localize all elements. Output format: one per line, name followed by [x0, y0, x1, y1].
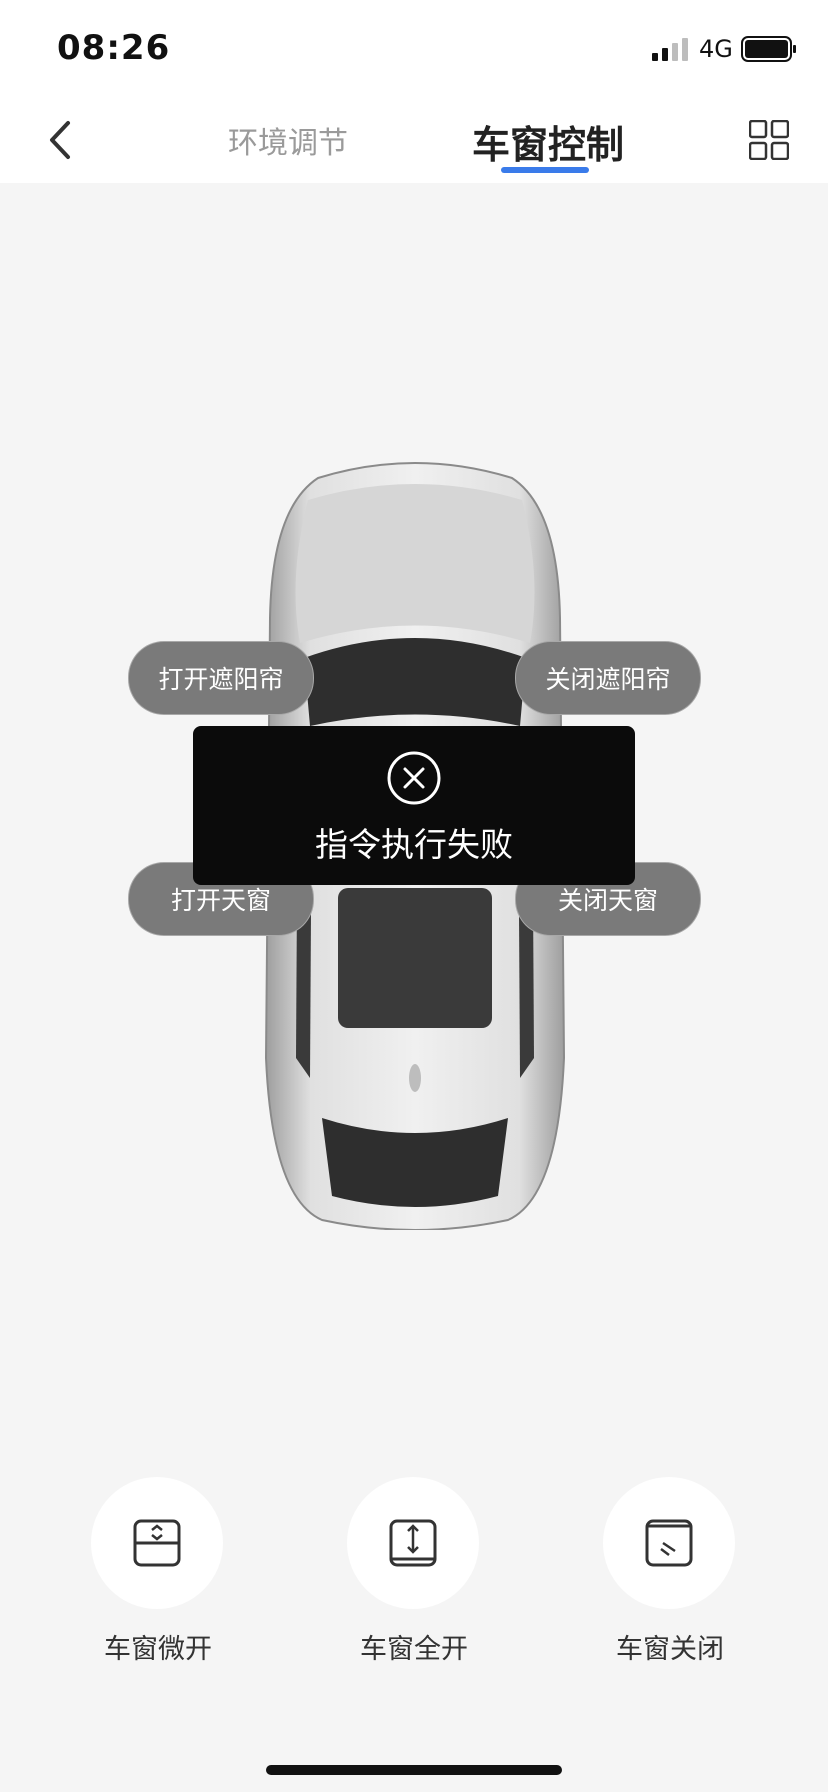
- cellular-signal-icon: [652, 38, 688, 61]
- error-close-circle-icon: [387, 751, 441, 805]
- window-fully-open-button[interactable]: 车窗全开: [347, 1477, 481, 1665]
- window-slightly-open-icon: [133, 1519, 181, 1567]
- window-close-button[interactable]: 车窗关闭: [603, 1477, 737, 1665]
- battery-icon: [741, 36, 796, 62]
- grid-menu-icon[interactable]: [749, 120, 789, 160]
- network-type: 4G: [699, 35, 733, 63]
- action-circle[interactable]: [91, 1477, 223, 1609]
- top-bar: 08:26 4G 环境调节 车窗控制: [0, 0, 828, 183]
- error-toast: 指令执行失败: [193, 726, 635, 885]
- window-slightly-open-button[interactable]: 车窗微开: [91, 1477, 225, 1665]
- window-fully-open-icon: [389, 1519, 437, 1567]
- action-label: 车窗关闭: [616, 1634, 724, 1665]
- close-sunshade-button[interactable]: 关闭遮阳帘: [515, 641, 701, 715]
- window-closed-icon: [645, 1519, 693, 1567]
- toast-message: 指令执行失败: [315, 825, 513, 864]
- tab-environment[interactable]: 环境调节: [228, 118, 348, 162]
- action-label: 车窗全开: [360, 1634, 468, 1665]
- action-circle[interactable]: [603, 1477, 735, 1609]
- open-sunshade-button[interactable]: 打开遮阳帘: [128, 641, 314, 715]
- tab-window-control[interactable]: 车窗控制: [472, 114, 624, 169]
- active-tab-indicator: [501, 167, 589, 173]
- home-indicator: [266, 1765, 562, 1775]
- action-circle[interactable]: [347, 1477, 479, 1609]
- action-label: 车窗微开: [104, 1634, 212, 1665]
- status-time: 08:26: [57, 28, 171, 68]
- back-arrow-icon[interactable]: [40, 115, 84, 165]
